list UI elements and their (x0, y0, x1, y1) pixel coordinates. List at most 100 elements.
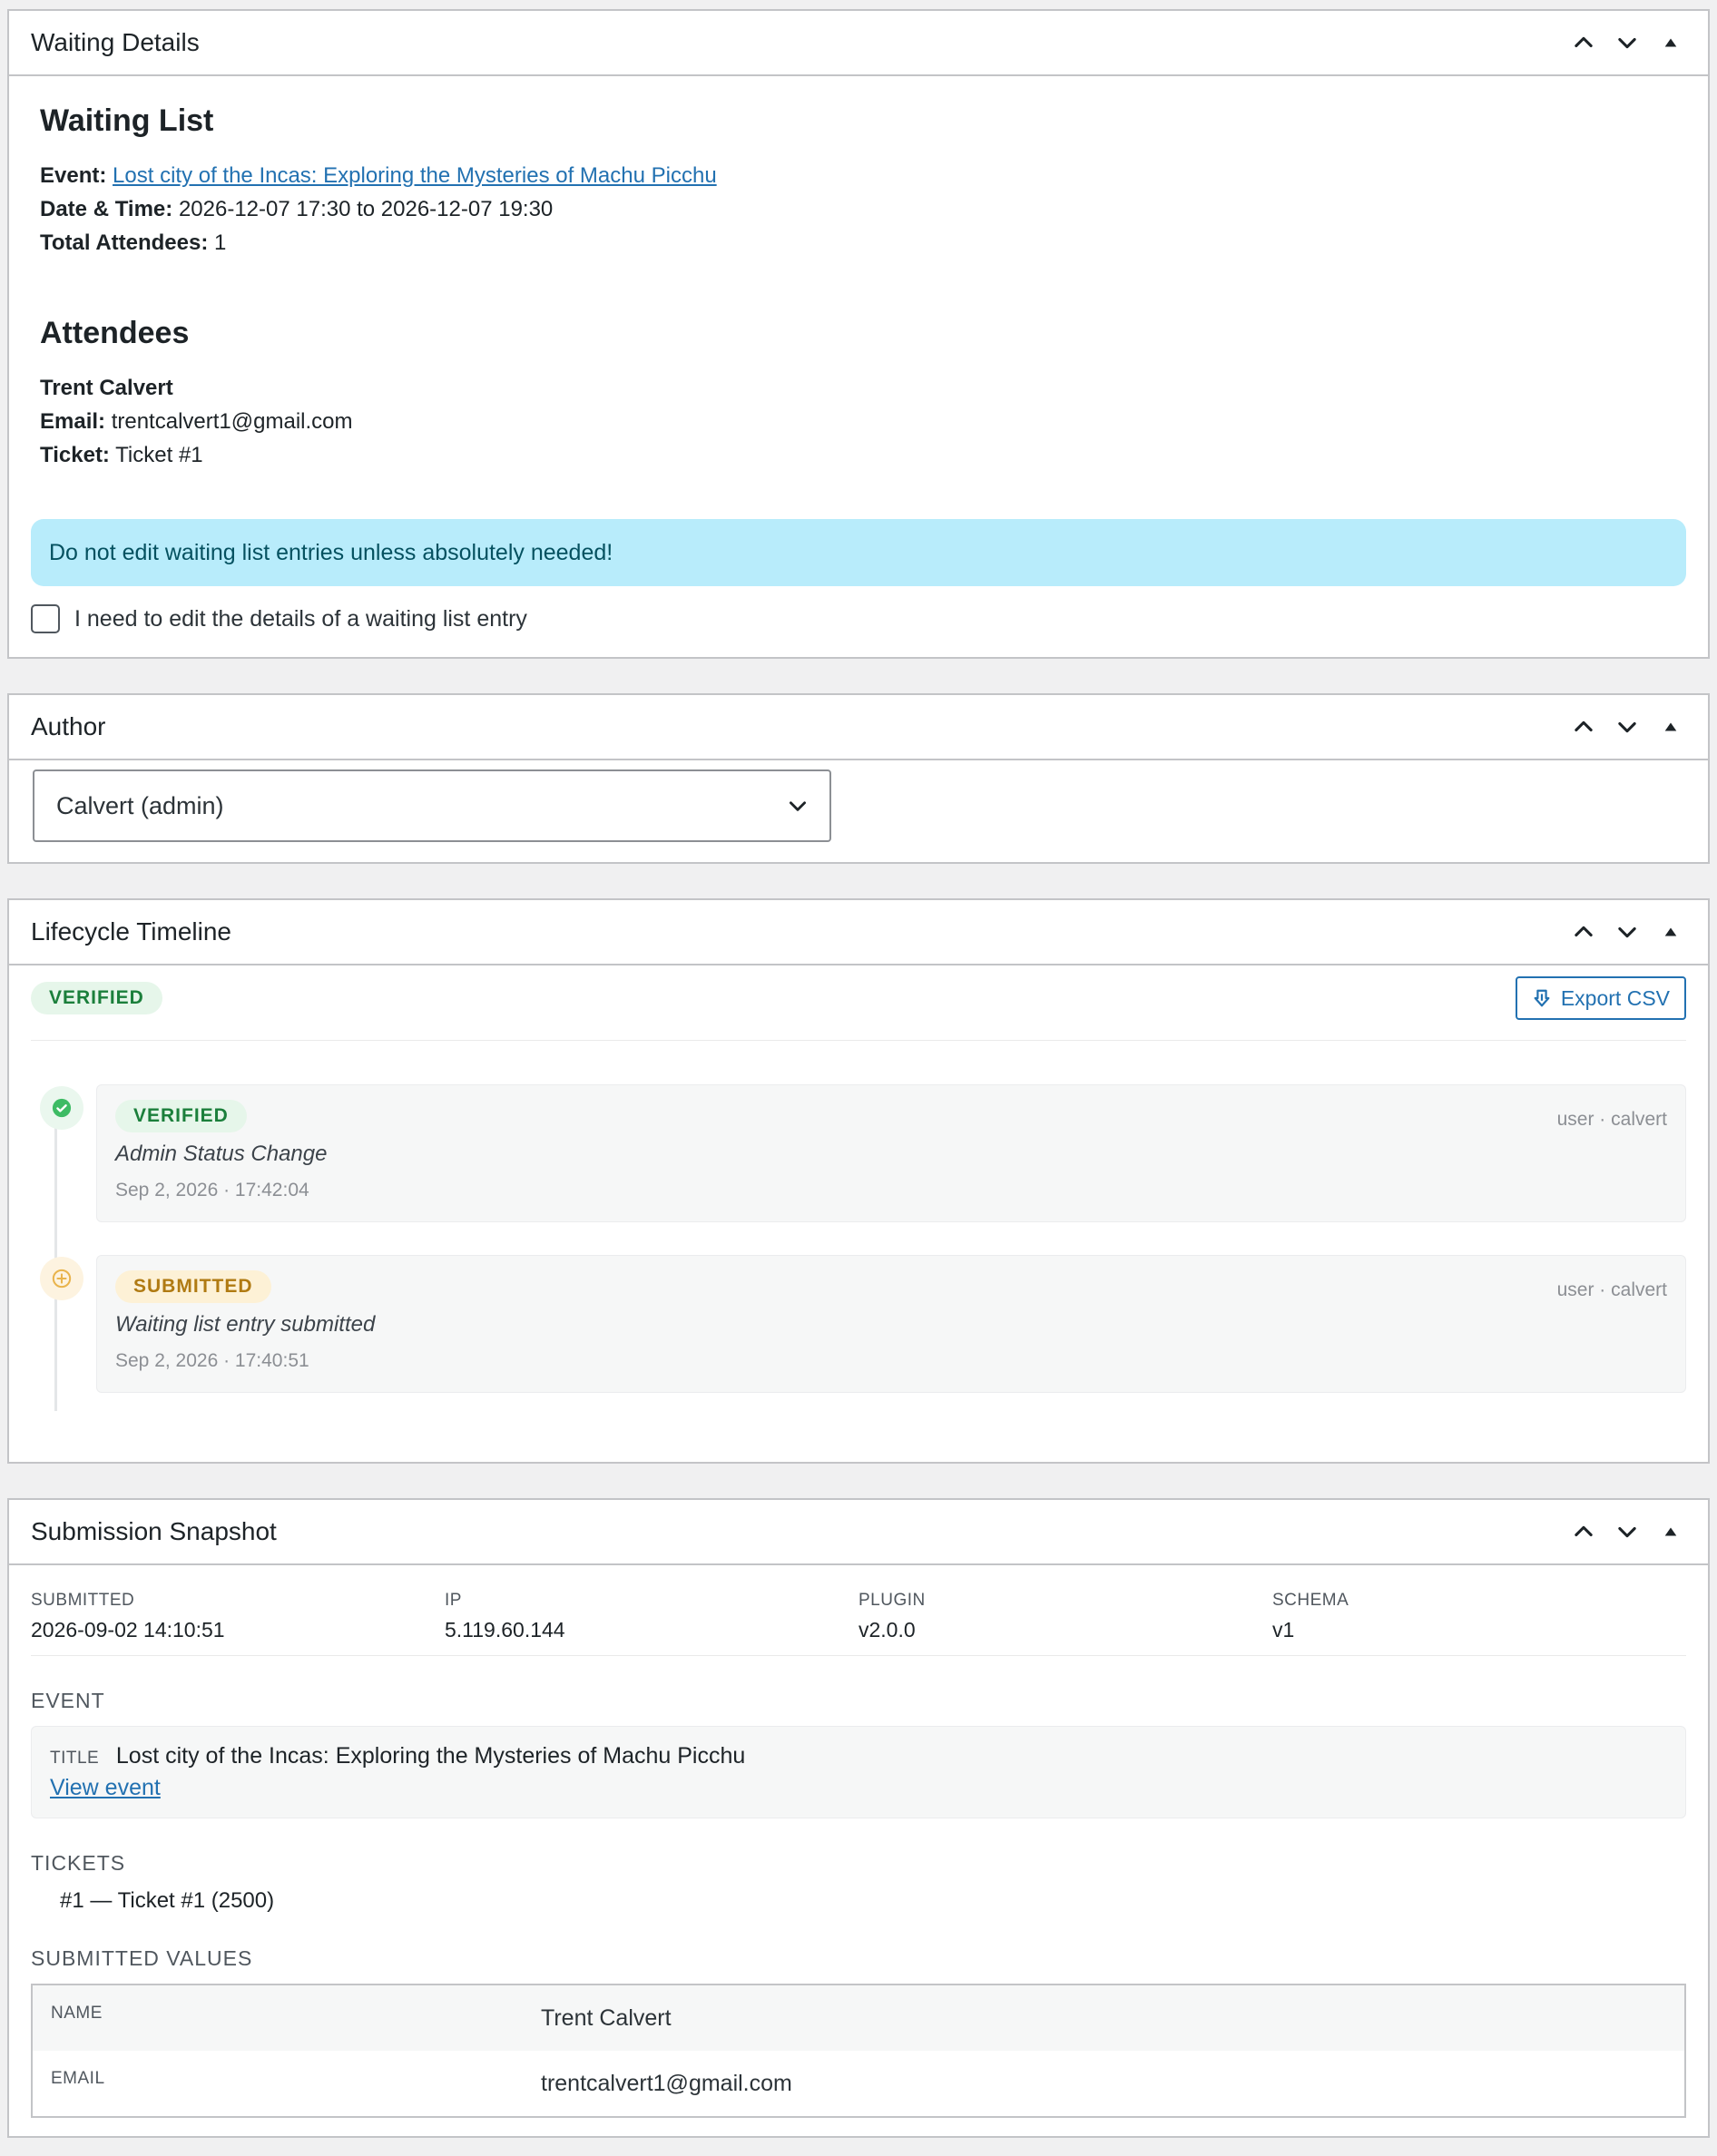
box-title: Author (31, 712, 106, 740)
meta-submitted: SUBMITTED 2026-09-02 14:10:51 (31, 1591, 445, 1642)
lifecycle-box: Lifecycle Timeline VERIFIED Export CSV u… (7, 898, 1710, 1464)
chevron-down-icon (1618, 721, 1636, 733)
waiting-list-heading: Waiting List (40, 103, 214, 138)
timeline: user · calvert VERIFIED Admin Status Cha… (31, 1084, 1686, 1411)
meta-ip: IP 5.119.60.144 (445, 1591, 858, 1642)
email-line: Email: trentcalvert1@gmail.com (40, 405, 1677, 438)
ticket-entry: #1 — Ticket #1 (2500) (60, 1888, 275, 1913)
event-section-heading: EVENT (31, 1689, 105, 1712)
email-label: Email: (40, 409, 106, 434)
move-down-button[interactable] (1612, 916, 1643, 947)
box-title: Submission Snapshot (31, 1517, 277, 1545)
author-selected-value: Calvert (admin) (56, 791, 224, 819)
value-key: NAME (51, 2004, 103, 2023)
toggle-panel-button[interactable] (1655, 916, 1686, 947)
move-up-button[interactable] (1568, 27, 1599, 58)
event-link[interactable]: Lost city of the Incas: Exploring the My… (113, 163, 717, 188)
box-title: Lifecycle Timeline (31, 917, 231, 946)
edit-entry-checkbox-label: I need to edit the details of a waiting … (74, 605, 527, 632)
attendee-name: Trent Calvert (40, 376, 173, 400)
move-down-button[interactable] (1612, 27, 1643, 58)
snapshot-meta: SUBMITTED 2026-09-02 14:10:51 IP 5.119.6… (31, 1591, 1686, 1656)
chevron-down-icon (790, 801, 806, 811)
timeline-timestamp: Sep 2, 2026 · 17:40:51 (115, 1350, 309, 1371)
lifecycle-header: Lifecycle Timeline (9, 900, 1708, 965)
export-csv-button[interactable]: Export CSV (1515, 976, 1686, 1020)
meta-value: v1 (1272, 1618, 1295, 1642)
waiting-details-box: Waiting Details Waiting List Event: Lost… (7, 9, 1710, 659)
values-section-heading: SUBMITTED VALUES (31, 1946, 253, 1970)
event-label: Event: (40, 163, 107, 188)
status-badge: VERIFIED (115, 1100, 247, 1132)
triangle-up-icon (1664, 927, 1677, 936)
triangle-up-icon (1664, 722, 1677, 731)
move-up-button[interactable] (1568, 1516, 1599, 1547)
toggle-panel-button[interactable] (1655, 27, 1686, 58)
edit-entry-checkbox-row[interactable]: I need to edit the details of a waiting … (31, 604, 1677, 633)
box-title: Waiting Details (31, 28, 200, 56)
timeline-description: Waiting list entry submitted (115, 1312, 376, 1337)
snapshot-header: Submission Snapshot (9, 1500, 1708, 1565)
timeline-item: user · calvert SUBMITTED Waiting list en… (40, 1255, 1686, 1393)
waiting-details-header: Waiting Details (9, 11, 1708, 76)
verified-icon (40, 1086, 83, 1130)
datetime-label: Date & Time: (40, 197, 173, 221)
export-csv-label: Export CSV (1560, 985, 1670, 1010)
timeline-description: Admin Status Change (115, 1142, 328, 1166)
chevron-down-icon (1618, 926, 1636, 938)
chevron-up-icon (1575, 720, 1593, 732)
meta-key: SCHEMA (1272, 1591, 1349, 1610)
view-event-link[interactable]: View event (50, 1775, 1667, 1801)
chevron-down-icon (1618, 37, 1636, 49)
ticket-line: Ticket: Ticket #1 (40, 438, 1677, 472)
download-icon (1534, 989, 1550, 1007)
email-value: trentcalvert1@gmail.com (111, 409, 353, 434)
submitted-values-table: NAME Trent Calvert EMAIL trentcalvert1@g… (31, 1984, 1686, 2118)
timeline-actor: user · calvert (1556, 1109, 1667, 1130)
author-select[interactable]: Calvert (admin) (33, 769, 831, 842)
chevron-up-icon (1575, 36, 1593, 48)
timeline-actor: user · calvert (1556, 1279, 1667, 1300)
event-title-key: TITLE (50, 1749, 100, 1768)
datetime-line: Date & Time: 2026-12-07 17:30 to 2026-12… (40, 192, 1677, 226)
author-header: Author (9, 695, 1708, 760)
tickets-section-heading: TICKETS (31, 1851, 126, 1875)
timeline-timestamp: Sep 2, 2026 · 17:42:04 (115, 1180, 309, 1200)
toggle-panel-button[interactable] (1655, 711, 1686, 742)
ticket-label: Ticket: (40, 443, 110, 467)
meta-value: 5.119.60.144 (445, 1618, 565, 1642)
meta-value: 2026-09-02 14:10:51 (31, 1618, 225, 1642)
meta-value: v2.0.0 (858, 1618, 916, 1642)
current-status-badge: VERIFIED (31, 982, 162, 1014)
datetime-value: 2026-12-07 17:30 to 2026-12-07 19:30 (178, 197, 554, 221)
table-row: EMAIL trentcalvert1@gmail.com (33, 2051, 1684, 2116)
chevron-up-icon (1575, 1525, 1593, 1537)
meta-plugin: PLUGIN v2.0.0 (858, 1591, 1272, 1642)
event-line: Event: Lost city of the Incas: Exploring… (40, 159, 1677, 192)
move-up-button[interactable] (1568, 711, 1599, 742)
triangle-up-icon (1664, 38, 1677, 47)
chevron-up-icon (1575, 926, 1593, 937)
snapshot-box: Submission Snapshot SUBMITTED 2026-09-02… (7, 1498, 1710, 2138)
meta-key: IP (445, 1591, 462, 1610)
triangle-up-icon (1664, 1527, 1677, 1536)
attendees-line: Total Attendees: 1 (40, 226, 1677, 260)
attendees-heading: Attendees (40, 316, 190, 350)
value-key: EMAIL (51, 2069, 105, 2088)
event-title-value: Lost city of the Incas: Exploring the My… (115, 1743, 746, 1769)
status-badge: SUBMITTED (115, 1270, 271, 1303)
meta-schema: SCHEMA v1 (1272, 1591, 1686, 1642)
warning-alert: Do not edit waiting list entries unless … (31, 519, 1686, 586)
move-down-button[interactable] (1612, 1516, 1643, 1547)
toggle-panel-button[interactable] (1655, 1516, 1686, 1547)
attendees-value: 1 (214, 230, 227, 255)
meta-key: SUBMITTED (31, 1591, 135, 1610)
edit-entry-checkbox[interactable] (31, 604, 60, 633)
author-box: Author Calvert (admin) (7, 693, 1710, 864)
table-row: NAME Trent Calvert (33, 1985, 1684, 2051)
timeline-item: user · calvert VERIFIED Admin Status Cha… (40, 1084, 1686, 1222)
timeline-card: user · calvert SUBMITTED Waiting list en… (96, 1255, 1686, 1393)
timeline-card: user · calvert VERIFIED Admin Status Cha… (96, 1084, 1686, 1222)
move-up-button[interactable] (1568, 916, 1599, 947)
move-down-button[interactable] (1612, 711, 1643, 742)
